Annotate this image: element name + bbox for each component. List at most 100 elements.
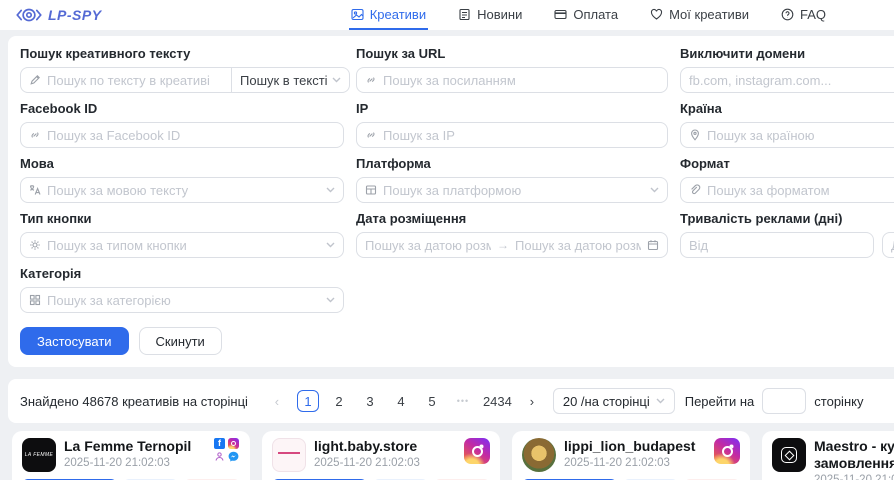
news-icon	[458, 8, 471, 21]
language-select[interactable]	[20, 177, 344, 203]
goto-page: Перейти на сторінку	[685, 388, 864, 414]
chevron-down-icon	[656, 398, 665, 404]
tab-my-creatives[interactable]: Мої креативи	[648, 0, 751, 30]
instagram-icon[interactable]	[714, 438, 740, 464]
results-bar: Знайдено 48678 креативів на сторінці ‹ 1…	[8, 379, 894, 423]
question-circle-icon	[781, 8, 794, 21]
page: LP-SPY Креативи Новини Оплата	[0, 0, 894, 480]
date-to-input[interactable]	[515, 238, 641, 253]
field-label: Пошук креативного тексту	[20, 46, 344, 62]
creative-card[interactable]: light.baby.store 2025-11-20 21:02:03 3 d…	[262, 431, 500, 480]
apply-button[interactable]: Застосувати	[20, 327, 129, 355]
goto-page-input[interactable]	[762, 388, 806, 414]
category-select[interactable]	[20, 287, 344, 313]
creative-card[interactable]: Maestro - кухні, меблі на замовлення в У…	[762, 431, 894, 480]
tab-news[interactable]: Новини	[456, 0, 524, 30]
button-type-input[interactable]	[47, 238, 320, 253]
last-page-button[interactable]: 2434	[483, 390, 512, 412]
card-avatar: LA FEMME	[22, 438, 56, 472]
arrow-right-icon: →	[497, 238, 509, 252]
goto-suffix: сторінку	[814, 394, 863, 409]
facebook-icon[interactable]: f	[214, 438, 225, 449]
image-icon	[351, 8, 364, 21]
page-button[interactable]: 1	[297, 390, 319, 412]
link-icon	[365, 129, 377, 141]
field-facebook-id: Facebook ID	[20, 101, 344, 148]
instagram-icon[interactable]	[464, 438, 490, 464]
creative-card[interactable]: lippi_lion_budapest 2025-11-20 21:02:03 …	[512, 431, 750, 480]
header: LP-SPY Креативи Новини Оплата	[0, 0, 894, 30]
button-type-select[interactable]	[20, 232, 344, 258]
creative-text-input[interactable]	[47, 73, 223, 88]
prev-page-button[interactable]: ‹	[266, 390, 288, 412]
tab-label: Мої креативи	[669, 7, 749, 22]
card-title[interactable]: light.baby.store	[314, 438, 456, 455]
field-label: Формат	[680, 156, 894, 172]
ip-input[interactable]	[383, 128, 659, 143]
category-input[interactable]	[47, 293, 320, 308]
results-count: Знайдено 48678 креативів на сторінці	[20, 394, 248, 409]
search-mode-select[interactable]: Пошук в тексті	[232, 67, 350, 93]
creative-cards: LA FEMME La Femme Ternopil 2025-11-20 21…	[12, 431, 894, 480]
field-format: Формат	[680, 156, 894, 203]
field-url: Пошук за URL	[356, 46, 668, 93]
card-title[interactable]: lippi_lion_budapest	[564, 438, 706, 455]
calendar-icon	[647, 239, 659, 251]
chevron-down-icon	[326, 242, 335, 248]
page-size-select[interactable]: 20 /на сторінці	[553, 388, 675, 414]
field-label: Facebook ID	[20, 101, 344, 117]
page-button[interactable]: 5	[421, 390, 443, 412]
page-button[interactable]: 3	[359, 390, 381, 412]
creative-card[interactable]: LA FEMME La Femme Ternopil 2025-11-20 21…	[12, 431, 250, 480]
search-mode-value: Пошук в тексті	[240, 73, 328, 88]
platform-select[interactable]	[356, 177, 668, 203]
card-date: 2025-11-20 21:02:03	[314, 457, 456, 469]
next-page-button[interactable]: ›	[521, 390, 543, 412]
eye-logo-icon	[16, 7, 42, 23]
tab-creatives[interactable]: Креативи	[349, 0, 428, 30]
messenger-icon[interactable]	[228, 451, 239, 462]
field-ip: IP	[356, 101, 668, 148]
field-exclude-domains: Виключити домени	[680, 46, 894, 93]
pagination: ‹ 1 2 3 4 5 ••• 2434 ›	[266, 390, 543, 412]
url-input[interactable]	[383, 73, 659, 88]
page-button[interactable]: 4	[390, 390, 412, 412]
field-label: Дата розміщення	[356, 211, 668, 227]
reset-button[interactable]: Скинути	[139, 327, 222, 355]
format-input[interactable]	[707, 183, 894, 198]
card-avatar	[772, 438, 806, 472]
field-platform: Платформа	[356, 156, 668, 203]
country-input[interactable]	[707, 128, 894, 143]
duration-from-input[interactable]	[689, 238, 865, 253]
card-title[interactable]: La Femme Ternopil	[64, 438, 206, 455]
link-icon	[29, 129, 41, 141]
field-label: Пошук за URL	[356, 46, 668, 62]
tab-label: Креативи	[370, 7, 426, 22]
card-avatar	[522, 438, 556, 472]
card-date: 2025-11-20 21:02:03	[814, 474, 894, 480]
tab-payment[interactable]: Оплата	[552, 0, 620, 30]
date-range-picker[interactable]: →	[356, 232, 668, 258]
field-label: Платформа	[356, 156, 668, 172]
goto-prefix: Перейти на	[685, 394, 755, 409]
facebook-id-input[interactable]	[47, 128, 335, 143]
language-input[interactable]	[47, 183, 320, 198]
tab-faq[interactable]: FAQ	[779, 0, 828, 30]
card-title[interactable]: Maestro - кухні, меблі на замовлення в У…	[814, 438, 894, 472]
category-grid-icon	[29, 294, 41, 306]
logo[interactable]: LP-SPY	[16, 0, 102, 30]
profile-icon[interactable]	[214, 451, 225, 462]
platform-input[interactable]	[383, 183, 644, 198]
page-button[interactable]: 2	[328, 390, 350, 412]
instagram-icon[interactable]	[228, 438, 239, 449]
chevron-down-icon	[332, 77, 341, 83]
link-icon	[365, 74, 377, 86]
field-language: Мова	[20, 156, 344, 203]
pagination-ellipsis[interactable]: •••	[452, 390, 474, 412]
date-from-input[interactable]	[365, 238, 491, 253]
creative-text-input-box	[20, 67, 232, 93]
card-avatar	[272, 438, 306, 472]
filter-panel: Пошук креативного тексту Пошук в тексті	[8, 36, 894, 367]
platform-grid-icon	[365, 184, 377, 196]
exclude-domains-input[interactable]	[689, 73, 894, 88]
